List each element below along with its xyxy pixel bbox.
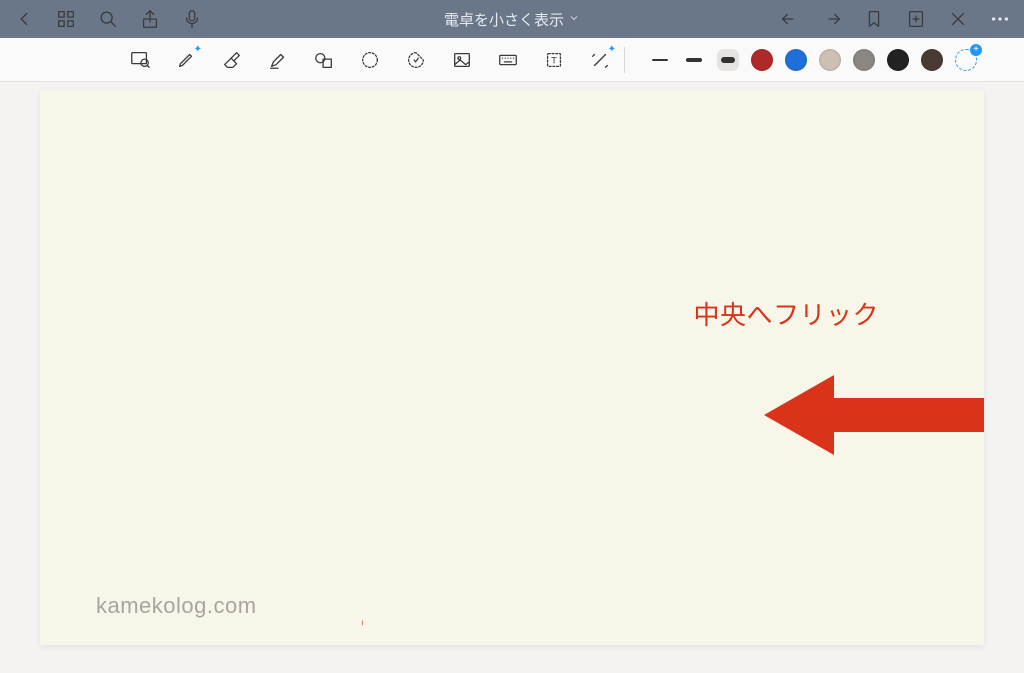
stroke-thick[interactable] bbox=[717, 49, 739, 71]
note-canvas[interactable]: 中央へフリック kamekolog.com ╵ bbox=[40, 90, 984, 645]
redo-icon[interactable] bbox=[818, 5, 846, 33]
grid-icon[interactable] bbox=[52, 5, 80, 33]
shapes-tool-icon[interactable] bbox=[310, 46, 338, 74]
pen-tool-icon[interactable]: ✦ bbox=[172, 46, 200, 74]
magic-tool-icon[interactable]: ✦ bbox=[586, 46, 614, 74]
stroke-medium[interactable] bbox=[683, 49, 705, 71]
titlebar: 電卓を小さく表示 bbox=[0, 0, 1024, 38]
share-icon[interactable] bbox=[136, 5, 164, 33]
color-gray[interactable] bbox=[853, 49, 875, 71]
eraser-tool-icon[interactable] bbox=[218, 46, 246, 74]
color-brown[interactable] bbox=[921, 49, 943, 71]
lasso-tool-icon[interactable] bbox=[356, 46, 384, 74]
add-page-icon[interactable] bbox=[902, 5, 930, 33]
watermark-text: kamekolog.com bbox=[96, 593, 257, 619]
chevron-down-icon bbox=[568, 11, 580, 28]
search-icon[interactable] bbox=[94, 5, 122, 33]
undo-icon[interactable] bbox=[776, 5, 804, 33]
more-icon[interactable] bbox=[986, 5, 1014, 33]
bookmark-icon[interactable] bbox=[860, 5, 888, 33]
canvas-wrapper: 中央へフリック kamekolog.com ╵ bbox=[0, 82, 1024, 673]
color-blue[interactable] bbox=[785, 49, 807, 71]
keyboard-tool-icon[interactable] bbox=[494, 46, 522, 74]
arrow-left-icon bbox=[764, 370, 984, 465]
stray-mark: ╵ bbox=[360, 621, 366, 625]
svg-text:T: T bbox=[551, 55, 557, 65]
close-icon[interactable] bbox=[944, 5, 972, 33]
highlighter-tool-icon[interactable] bbox=[264, 46, 292, 74]
sticker-tool-icon[interactable] bbox=[402, 46, 430, 74]
toolbar-divider bbox=[624, 47, 625, 73]
zoom-tool-icon[interactable] bbox=[126, 46, 154, 74]
back-icon[interactable] bbox=[10, 5, 38, 33]
mic-icon[interactable] bbox=[178, 5, 206, 33]
text-tool-icon[interactable]: T bbox=[540, 46, 568, 74]
stroke-thin[interactable] bbox=[649, 49, 671, 71]
image-tool-icon[interactable] bbox=[448, 46, 476, 74]
toolbar: ✦ T ✦ bbox=[0, 38, 1024, 82]
color-red[interactable] bbox=[751, 49, 773, 71]
color-black[interactable] bbox=[887, 49, 909, 71]
add-color-icon[interactable] bbox=[955, 49, 977, 71]
title-text: 電卓を小さく表示 bbox=[444, 9, 564, 30]
color-tan[interactable] bbox=[819, 49, 841, 71]
document-title[interactable]: 電卓を小さく表示 bbox=[444, 9, 580, 30]
annotation-text: 中央へフリック bbox=[693, 295, 879, 332]
